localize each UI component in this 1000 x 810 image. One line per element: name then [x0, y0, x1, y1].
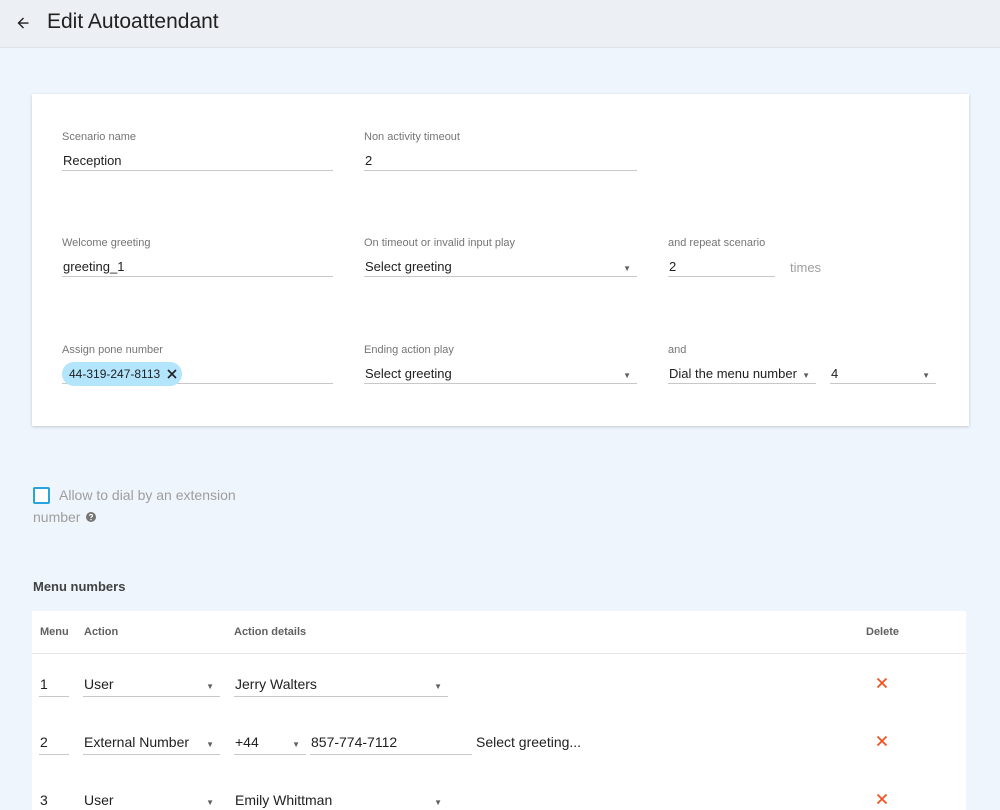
- settings-card: Scenario name Reception Non activity tim…: [32, 94, 969, 426]
- action-details-column-header: Action details: [234, 626, 307, 638]
- scenario-name-input[interactable]: Reception: [62, 147, 333, 171]
- ending-action-value: Select greeting: [365, 366, 452, 381]
- assign-phone-field: Assign pone number 44-319-247-8113: [62, 344, 333, 388]
- extension-checkbox-label: Allow to dial by an extension: [59, 487, 236, 503]
- phone-number-input[interactable]: 857-774-7112: [310, 729, 472, 755]
- and-number-field: 4 ▼: [830, 344, 936, 388]
- repeat-scenario-input[interactable]: 2: [668, 253, 775, 277]
- user-value: Jerry Walters: [235, 676, 317, 692]
- action-select[interactable]: External Number ▼: [83, 729, 220, 755]
- user-value: Emily Whittman: [235, 792, 333, 808]
- country-code-select[interactable]: +44 ▼: [234, 729, 306, 755]
- menu-table: Menu Action Action details Delete 1 User…: [32, 611, 966, 810]
- timeout-play-value: Select greeting: [365, 259, 452, 274]
- delete-icon[interactable]: [876, 677, 888, 689]
- caret-down-icon: ▼: [206, 798, 214, 807]
- non-activity-timeout-field: Non activity timeout 2: [364, 131, 637, 175]
- scenario-name-field: Scenario name Reception: [62, 131, 333, 175]
- action-value: External Number: [84, 734, 190, 750]
- caret-down-icon: ▼: [292, 740, 300, 749]
- user-select[interactable]: Jerry Walters ▼: [234, 671, 448, 697]
- assign-phone-input[interactable]: 44-319-247-8113: [62, 360, 333, 386]
- help-icon[interactable]: [86, 512, 96, 522]
- and-action-label: and: [668, 344, 687, 356]
- phone-chip: 44-319-247-8113: [62, 362, 183, 386]
- caret-down-icon: ▼: [434, 798, 442, 807]
- timeout-play-label: On timeout or invalid input play: [364, 237, 516, 249]
- top-bar: Edit Autoattendant: [0, 0, 1000, 48]
- delete-column-header: Delete: [866, 626, 900, 638]
- extension-checkbox[interactable]: [33, 487, 50, 504]
- caret-down-icon: ▼: [206, 740, 214, 749]
- action-select[interactable]: User ▼: [83, 787, 220, 810]
- and-number-select[interactable]: 4 ▼: [830, 360, 936, 384]
- arrow-left-icon[interactable]: [12, 12, 34, 34]
- and-number-value: 4: [831, 366, 839, 381]
- phone-chip-label: 44-319-247-8113: [69, 367, 161, 381]
- country-code-value: +44: [235, 734, 259, 750]
- action-column-header: Action: [84, 626, 119, 638]
- caret-down-icon: ▼: [434, 682, 442, 691]
- scenario-name-label: Scenario name: [62, 131, 136, 143]
- menu-numbers-title: Menu numbers: [33, 579, 126, 594]
- action-select[interactable]: User ▼: [83, 671, 220, 697]
- action-value: User: [84, 676, 114, 692]
- ending-action-label: Ending action play: [364, 344, 454, 356]
- caret-down-icon: ▼: [623, 264, 631, 273]
- ending-action-select[interactable]: Select greeting ▼: [364, 360, 637, 384]
- delete-icon[interactable]: [876, 735, 888, 747]
- and-action-select[interactable]: Dial the menu number ▼: [668, 360, 816, 384]
- welcome-greeting-label: Welcome greeting: [62, 237, 151, 249]
- page-title: Edit Autoattendant: [47, 10, 219, 33]
- caret-down-icon: ▼: [206, 682, 214, 691]
- menu-number-input[interactable]: 1: [39, 671, 69, 697]
- non-activity-timeout-input[interactable]: 2: [364, 147, 637, 171]
- menu-number-input[interactable]: 2: [39, 729, 69, 755]
- welcome-greeting-field: Welcome greeting greeting_1: [62, 237, 333, 281]
- welcome-greeting-input[interactable]: greeting_1: [62, 253, 333, 277]
- and-action-field: and Dial the menu number ▼: [668, 344, 816, 388]
- ending-action-field: Ending action play Select greeting ▼: [364, 344, 637, 388]
- menu-column-header: Menu: [40, 626, 69, 638]
- table-header-divider: [32, 653, 966, 654]
- timeout-play-select[interactable]: Select greeting ▼: [364, 253, 637, 277]
- close-icon[interactable]: [166, 368, 178, 380]
- caret-down-icon: ▼: [802, 371, 810, 380]
- caret-down-icon: ▼: [623, 371, 631, 380]
- non-activity-timeout-label: Non activity timeout: [364, 131, 460, 143]
- action-value: User: [84, 792, 114, 808]
- extension-checkbox-label-line2: number: [33, 509, 81, 525]
- assign-phone-label: Assign pone number: [62, 344, 163, 356]
- repeat-scenario-label: and repeat scenario: [668, 237, 766, 249]
- user-select[interactable]: Emily Whittman ▼: [234, 787, 448, 810]
- greeting-select[interactable]: Select greeting...: [475, 729, 615, 755]
- menu-number-input[interactable]: 3: [39, 787, 69, 810]
- repeat-times-suffix: times: [790, 260, 822, 275]
- repeat-scenario-field: and repeat scenario 2: [668, 237, 775, 281]
- timeout-play-field: On timeout or invalid input play Select …: [364, 237, 637, 281]
- delete-icon[interactable]: [876, 793, 888, 805]
- and-action-value: Dial the menu number: [669, 366, 797, 381]
- caret-down-icon: ▼: [922, 371, 930, 380]
